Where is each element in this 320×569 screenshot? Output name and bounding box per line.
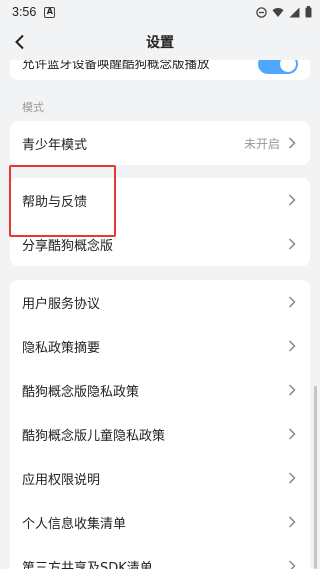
wifi-icon — [272, 7, 284, 17]
third-party-sdk-label: 第三方共享及SDK清单 — [22, 560, 153, 569]
chevron-right-icon — [288, 193, 298, 207]
chevron-right-icon — [288, 471, 298, 485]
legal-card: 用户服务协议 隐私政策摘要 酷狗概念版隐私政策 酷狗概念版儿童隐私政策 应用权限… — [10, 280, 310, 569]
privacy-policy-row[interactable]: 酷狗概念版隐私政策 — [10, 368, 310, 412]
app-permissions-row[interactable]: 应用权限说明 — [10, 456, 310, 500]
teen-mode-label: 青少年模式 — [22, 137, 88, 153]
privacy-policy-label: 酷狗概念版隐私政策 — [22, 384, 140, 400]
chevron-right-icon — [288, 295, 298, 309]
status-bar: 3:56 A — [0, 0, 320, 24]
nav-bar: 设置 — [0, 24, 320, 60]
chevron-right-icon — [288, 339, 298, 353]
teen-mode-status: 未开启 — [243, 136, 280, 151]
privacy-summary-label: 隐私政策摘要 — [22, 340, 101, 356]
cellular-signal-icon — [289, 7, 300, 17]
personal-info-list-label: 个人信息收集清单 — [22, 516, 127, 532]
share-app-label: 分享酷狗概念版 — [22, 238, 114, 254]
mode-card: 青少年模式 未开启 — [10, 121, 310, 165]
page-title: 设置 — [146, 35, 174, 51]
notification-alert-icon: A — [44, 6, 56, 18]
chevron-right-icon — [288, 136, 298, 150]
user-agreement-row[interactable]: 用户服务协议 — [10, 280, 310, 324]
battery-icon — [305, 6, 312, 18]
share-app-row[interactable]: 分享酷狗概念版 — [10, 222, 310, 266]
children-privacy-label: 酷狗概念版儿童隐私政策 — [22, 428, 166, 444]
teen-mode-row[interactable]: 青少年模式 未开启 — [10, 121, 310, 165]
back-button[interactable] — [8, 30, 32, 54]
chevron-right-icon — [288, 559, 298, 569]
chevron-right-icon — [288, 383, 298, 397]
user-agreement-label: 用户服务协议 — [22, 296, 101, 312]
personal-info-list-row[interactable]: 个人信息收集清单 — [10, 500, 310, 544]
do-not-disturb-icon — [256, 6, 267, 18]
help-feedback-label: 帮助与反馈 — [22, 194, 88, 210]
privacy-summary-row[interactable]: 隐私政策摘要 — [10, 324, 310, 368]
chevron-right-icon — [288, 515, 298, 529]
app-permissions-label: 应用权限说明 — [22, 472, 101, 488]
status-icons — [256, 6, 312, 18]
children-privacy-row[interactable]: 酷狗概念版儿童隐私政策 — [10, 412, 310, 456]
mode-section-label: 模式 — [22, 101, 44, 114]
chevron-right-icon — [288, 427, 298, 441]
status-time: 3:56 — [12, 5, 37, 19]
chevron-right-icon — [288, 237, 298, 251]
scrollbar[interactable] — [314, 386, 317, 569]
help-card: 帮助与反馈 分享酷狗概念版 — [10, 178, 310, 266]
help-feedback-row[interactable]: 帮助与反馈 — [10, 178, 310, 222]
back-arrow-icon — [15, 34, 24, 50]
third-party-sdk-row[interactable]: 第三方共享及SDK清单 — [10, 544, 310, 569]
